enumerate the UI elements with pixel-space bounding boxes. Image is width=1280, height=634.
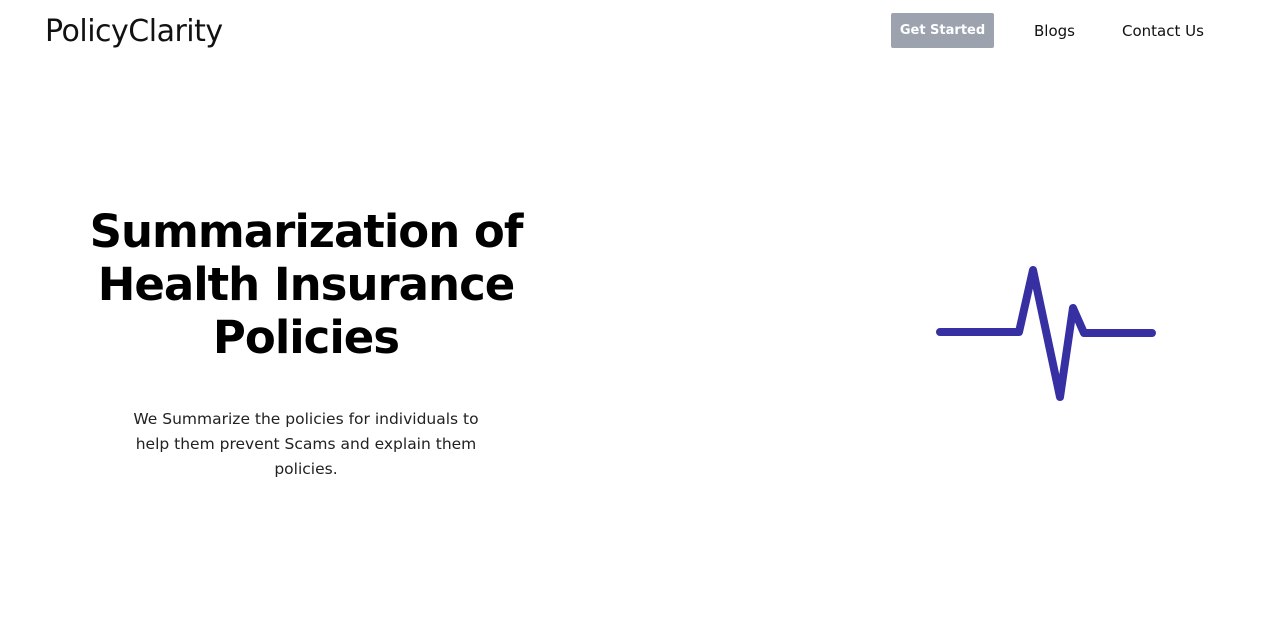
site-logo[interactable]: PolicyClarity: [45, 14, 223, 49]
pulse-line: [936, 266, 1156, 401]
get-started-button[interactable]: Get Started: [891, 13, 994, 48]
hero-title: Summarization of Health Insurance Polici…: [89, 205, 524, 364]
nav-link-contact-us[interactable]: Contact Us: [1122, 22, 1204, 40]
site-header: PolicyClarity Get Started Blogs Contact …: [0, 0, 1280, 64]
nav-link-blogs[interactable]: Blogs: [1034, 22, 1075, 40]
hero-subtitle: We Summarize the policies for individual…: [133, 410, 479, 478]
heartbeat-pulse-icon: [936, 266, 1156, 401]
